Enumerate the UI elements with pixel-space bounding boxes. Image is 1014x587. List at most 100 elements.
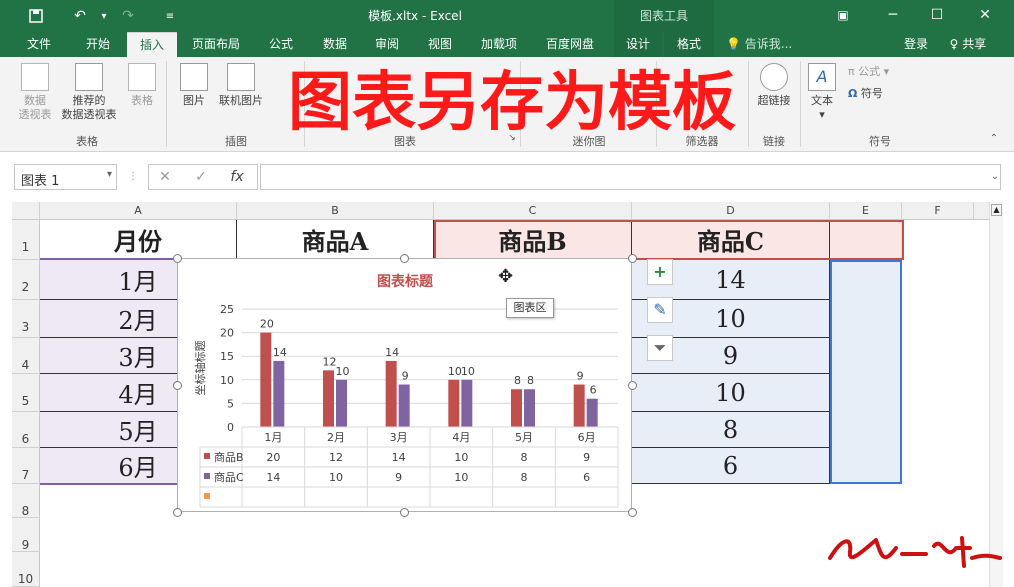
tab-view[interactable]: 视图 — [416, 32, 464, 57]
ribbon-tabs: 文件 开始 插入 页面布局 公式 数据 审阅 视图 加载项 百度网盘 设计 格式… — [0, 32, 1014, 57]
redo-icon[interactable]: ↷ — [116, 5, 140, 27]
tab-insert[interactable]: 插入 — [127, 32, 177, 57]
close-button[interactable]: ✕ — [968, 4, 1002, 26]
resize-handle[interactable] — [628, 508, 637, 517]
text-button[interactable]: A 文本 ▾ — [804, 63, 840, 122]
tab-formulas[interactable]: 公式 — [257, 32, 305, 57]
column-header-e[interactable]: E — [830, 202, 902, 220]
row-header[interactable]: 4 — [12, 338, 40, 374]
recommended-pivot-button[interactable]: 推荐的 数据透视表 — [58, 63, 120, 122]
y-tick-label: 0 — [227, 421, 234, 434]
column-header-a[interactable]: A — [40, 202, 237, 220]
tab-home[interactable]: 开始 — [72, 32, 124, 57]
data-table-cell: 9 — [583, 451, 590, 464]
equation-button[interactable]: π 公式 ▾ — [848, 65, 918, 79]
cell-d7[interactable]: 6 — [632, 448, 830, 484]
range-highlight-headers — [434, 220, 904, 260]
maximize-button[interactable]: ☐ — [920, 4, 954, 26]
collapse-ribbon-icon[interactable]: ⌃ — [986, 133, 1002, 144]
column-header-b[interactable]: B — [237, 202, 434, 220]
row-header[interactable]: 5 — [12, 374, 40, 412]
name-box[interactable]: 图表 1 ▾ — [14, 164, 117, 190]
save-icon[interactable] — [24, 5, 48, 27]
expand-formula-bar-icon[interactable]: ⌄ — [982, 164, 1008, 190]
resize-handle[interactable] — [173, 508, 182, 517]
row-header[interactable]: 2 — [12, 260, 40, 300]
chevron-down-icon[interactable]: ▾ — [92, 5, 116, 27]
resize-handle[interactable] — [173, 254, 182, 263]
chart-area[interactable]: 图表标题 坐标轴标题 0 5 10 15 20 25 20 14 12 10 14 9 10 10 8 8 9 6 1月… — [177, 258, 632, 512]
tab-data[interactable]: 数据 — [311, 32, 359, 57]
tab-page-layout[interactable]: 页面布局 — [184, 32, 248, 57]
tell-me-search[interactable]: 💡 告诉我... — [726, 32, 806, 57]
cell-a1[interactable]: 月份 — [40, 220, 237, 260]
resize-handle[interactable] — [400, 508, 409, 517]
row-header[interactable]: 10 — [12, 552, 40, 587]
bar-b — [573, 384, 585, 427]
tab-add-ins[interactable]: 加载项 — [470, 32, 528, 57]
data-table-cell: 9 — [395, 471, 402, 484]
resize-handle[interactable] — [628, 254, 637, 263]
undo-icon[interactable]: ↶ — [68, 5, 92, 27]
recommended-pivot-icon — [75, 63, 103, 91]
formula-input[interactable] — [260, 164, 1001, 190]
data-table-cell: 10 — [329, 471, 343, 484]
data-label: 6 — [590, 384, 597, 397]
column-header-d[interactable]: D — [632, 202, 830, 220]
picture-button[interactable]: 图片 — [176, 63, 212, 108]
bar-b — [385, 360, 397, 427]
table-icon — [128, 63, 156, 91]
y-tick-label: 5 — [227, 397, 234, 410]
bar-b — [260, 332, 272, 427]
customize-toolbar-icon[interactable]: ≡ — [158, 5, 182, 27]
row-header[interactable]: 8 — [12, 484, 40, 518]
symbol-button[interactable]: Ω 符号 — [848, 87, 918, 101]
row-header[interactable]: 3 — [12, 300, 40, 338]
data-label: 8 — [527, 374, 534, 387]
tab-review[interactable]: 审阅 — [363, 32, 411, 57]
cancel-icon[interactable]: ✕ — [152, 164, 178, 190]
ribbon-separator — [166, 61, 167, 147]
tab-format[interactable]: 格式 — [664, 32, 714, 57]
pivot-table-button[interactable]: 数据 透视表 — [12, 63, 58, 122]
bar-b — [511, 389, 522, 427]
person-icon: ♀ — [949, 37, 959, 51]
data-label: 9 — [577, 370, 584, 383]
chart-filters-funnel-icon[interactable]: ⏷ — [647, 335, 673, 361]
table-button[interactable]: 表格 — [124, 63, 160, 108]
cell-d5[interactable]: 10 — [632, 374, 830, 412]
row-header[interactable]: 6 — [12, 412, 40, 448]
chart-styles-brush-icon[interactable]: ✎ — [647, 297, 673, 323]
row-header[interactable]: 7 — [12, 448, 40, 484]
online-picture-button[interactable]: 联机图片 — [214, 63, 268, 108]
tab-baidu-netdisk[interactable]: 百度网盘 — [536, 32, 604, 57]
row-header[interactable]: 1 — [12, 220, 40, 260]
more-icon: ⋮ — [128, 171, 138, 182]
column-header-c[interactable]: C — [434, 202, 632, 220]
tab-file[interactable]: 文件 — [14, 32, 64, 57]
y-tick-label: 20 — [220, 327, 234, 340]
data-label: 10 — [336, 365, 350, 378]
share-button[interactable]: ♀ 共享 — [940, 32, 996, 57]
tab-design[interactable]: 设计 — [614, 32, 662, 57]
formula-bar: 图表 1 ▾ ⋮ ✕ ✓ fx ⌄ — [0, 152, 1014, 202]
sign-in-link[interactable]: 登录 — [896, 32, 936, 57]
scroll-up-icon[interactable]: ▲ — [991, 204, 1002, 216]
resize-handle[interactable] — [173, 381, 182, 390]
cell-d6[interactable]: 8 — [632, 412, 830, 448]
column-header-f[interactable]: F — [902, 202, 974, 220]
ribbon-display-options-icon[interactable]: ▣ — [826, 4, 860, 26]
select-all-corner[interactable] — [12, 202, 40, 220]
resize-handle[interactable] — [628, 381, 637, 390]
resize-handle[interactable] — [400, 254, 409, 263]
chart-svg[interactable]: 图表标题坐标轴标题051015202520141210149 10 108 8 961月… — [178, 259, 633, 513]
bar-b — [323, 370, 334, 427]
minimize-button[interactable]: ─ — [876, 4, 910, 26]
chart-elements-plus-icon[interactable]: + — [647, 259, 673, 285]
row-header[interactable]: 9 — [12, 518, 40, 552]
chevron-down-icon: ▾ — [819, 108, 825, 121]
insert-function-icon[interactable]: fx — [224, 164, 250, 190]
enter-icon[interactable]: ✓ — [188, 164, 214, 190]
data-table-cell: 10 — [454, 451, 468, 464]
range-e2-e7[interactable] — [830, 260, 902, 484]
